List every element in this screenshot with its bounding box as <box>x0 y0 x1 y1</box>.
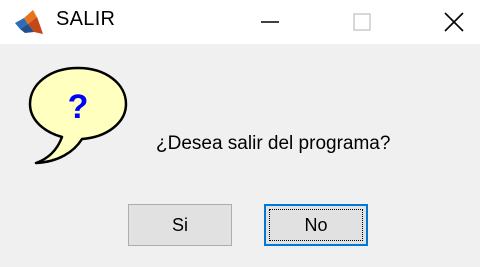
question-mark-glyph: ? <box>68 88 89 126</box>
matlab-icon <box>15 10 43 34</box>
yes-button-label: Si <box>171 214 188 235</box>
minimize-icon <box>261 21 279 23</box>
maximize-icon <box>353 13 371 31</box>
no-button-label: No <box>304 214 328 235</box>
dialog-window: SALIR ? ¿Desea salir del programa? Si No <box>0 0 480 267</box>
dialog-message: ¿Desea salir del programa? <box>156 133 391 154</box>
yes-button[interactable]: Si <box>128 204 232 246</box>
title-bar[interactable]: SALIR <box>0 0 480 44</box>
window-title: SALIR <box>56 8 116 30</box>
no-button[interactable]: No <box>264 204 368 246</box>
dialog-body: ? ¿Desea salir del programa? Si No <box>0 44 480 267</box>
question-icon: ? <box>28 66 128 165</box>
maximize-button[interactable] <box>334 0 390 44</box>
close-button[interactable] <box>426 0 480 44</box>
close-icon <box>444 12 464 32</box>
minimize-button[interactable] <box>242 0 298 44</box>
